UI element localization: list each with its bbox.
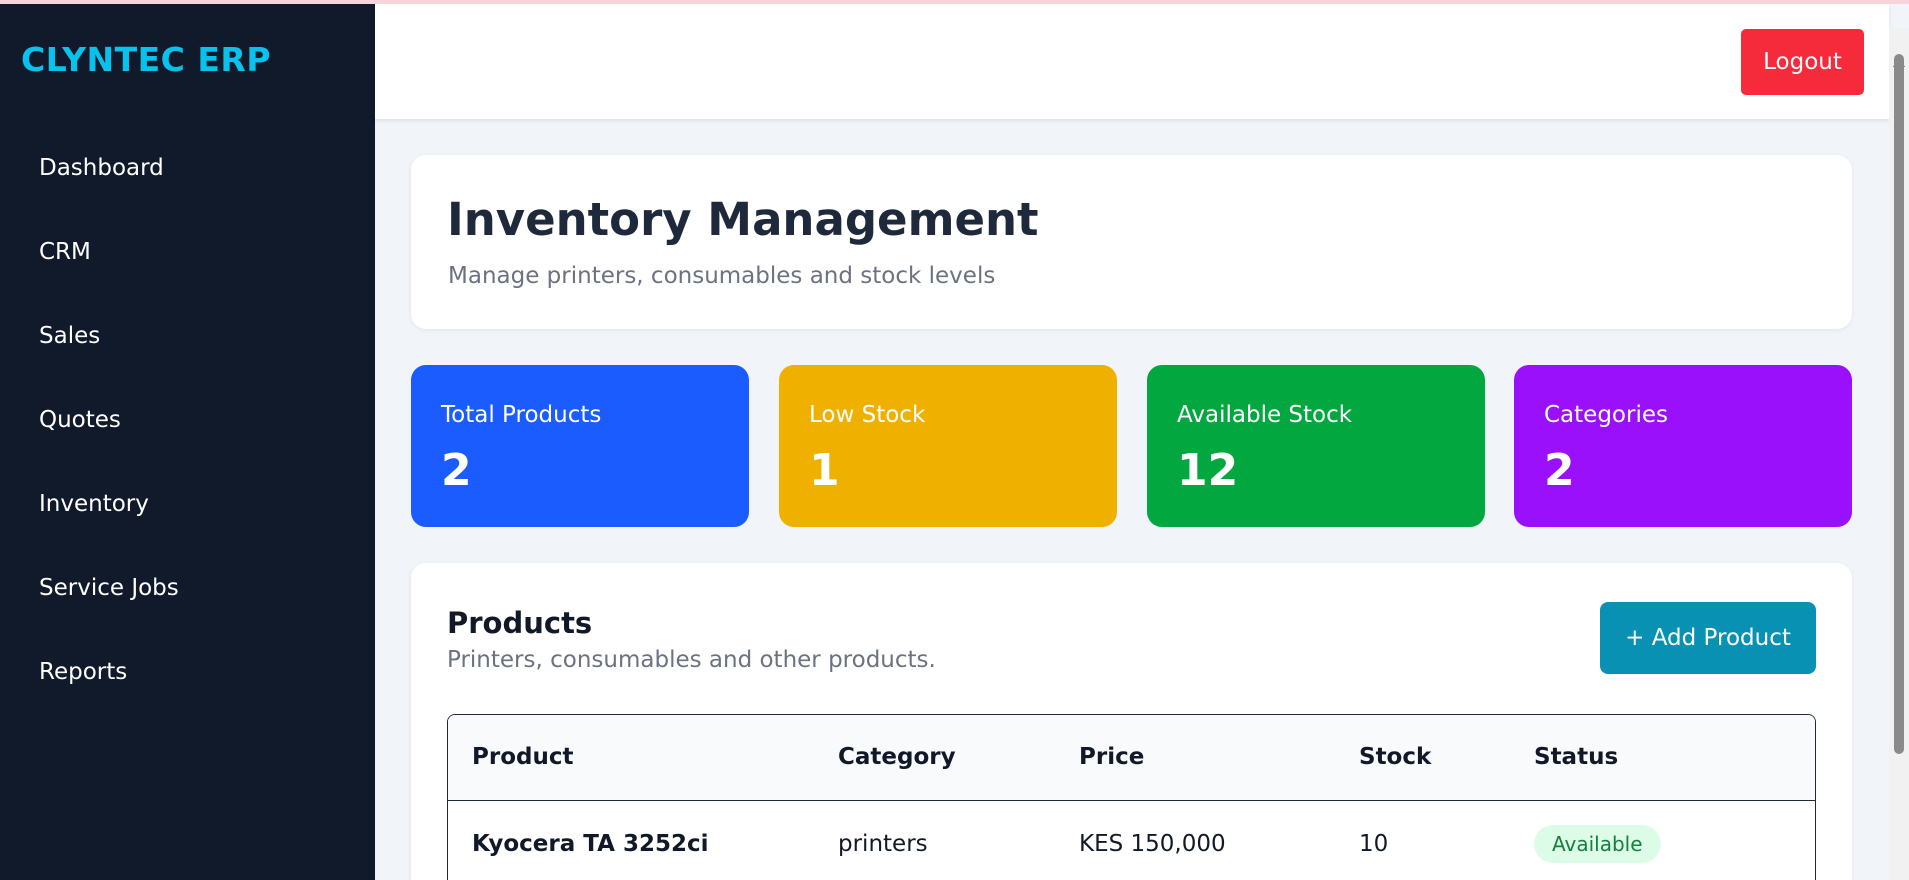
stat-value: 12: [1177, 445, 1239, 496]
stat-card-low-stock: Low Stock 1: [779, 365, 1117, 527]
stat-value: 1: [809, 445, 840, 496]
column-header-category: Category: [838, 744, 956, 771]
stat-card-available-stock: Available Stock 12: [1147, 365, 1485, 527]
page-title: Inventory Management: [447, 193, 1039, 246]
add-product-button[interactable]: + Add Product: [1600, 602, 1816, 674]
table-header-row: Product Category Price Stock Status: [448, 715, 1815, 800]
status-badge: Available: [1534, 824, 1661, 863]
cell-price: KES 150,000: [1079, 830, 1226, 857]
stat-card-total-products: Total Products 2: [411, 365, 749, 527]
products-table: Product Category Price Stock Status Kyoc…: [447, 714, 1816, 880]
column-header-price: Price: [1079, 744, 1145, 771]
sidebar: CLYNTEC ERP Dashboard CRM Sales Quotes I…: [0, 0, 375, 880]
page-subtitle: Manage printers, consumables and stock l…: [448, 263, 996, 289]
stat-label: Low Stock: [809, 402, 926, 428]
cell-category: printers: [838, 830, 928, 857]
cell-stock: 10: [1359, 830, 1389, 857]
page-header-card: Inventory Management Manage printers, co…: [411, 155, 1852, 329]
products-card: Products Printers, consumables and other…: [411, 563, 1852, 880]
cell-product: Kyocera TA 3252ci: [472, 830, 709, 857]
cell-status: Available: [1534, 800, 1815, 880]
top-bar: Logout: [375, 4, 1889, 119]
sidebar-item-crm[interactable]: CRM: [0, 224, 375, 308]
stat-value: 2: [441, 445, 472, 496]
page-scrollbar[interactable]: [1889, 28, 1909, 880]
stat-value: 2: [1544, 445, 1575, 496]
products-title: Products: [447, 606, 593, 640]
stat-label: Categories: [1544, 402, 1668, 428]
products-subtitle: Printers, consumables and other products…: [447, 647, 936, 673]
sidebar-item-sales[interactable]: Sales: [0, 308, 375, 392]
brand-logo: CLYNTEC ERP: [21, 40, 272, 79]
column-header-status: Status: [1534, 744, 1619, 771]
column-header-stock: Stock: [1359, 744, 1432, 771]
stat-card-categories: Categories 2: [1514, 365, 1852, 527]
stat-label: Available Stock: [1177, 402, 1353, 428]
scroll-thumb[interactable]: [1894, 54, 1904, 754]
logout-button[interactable]: Logout: [1741, 29, 1864, 95]
sidebar-nav: Dashboard CRM Sales Quotes Inventory Ser…: [0, 140, 375, 728]
sidebar-item-service-jobs[interactable]: Service Jobs: [0, 560, 375, 644]
sidebar-item-dashboard[interactable]: Dashboard: [0, 140, 375, 224]
sidebar-item-inventory[interactable]: Inventory: [0, 476, 375, 560]
sidebar-item-reports[interactable]: Reports: [0, 644, 375, 728]
sidebar-item-quotes[interactable]: Quotes: [0, 392, 375, 476]
table-row[interactable]: Kyocera TA 3252ci printers KES 150,000 1…: [448, 800, 1815, 880]
stat-label: Total Products: [441, 402, 602, 428]
column-header-product: Product: [472, 744, 574, 771]
top-accent-line: [0, 0, 1909, 4]
